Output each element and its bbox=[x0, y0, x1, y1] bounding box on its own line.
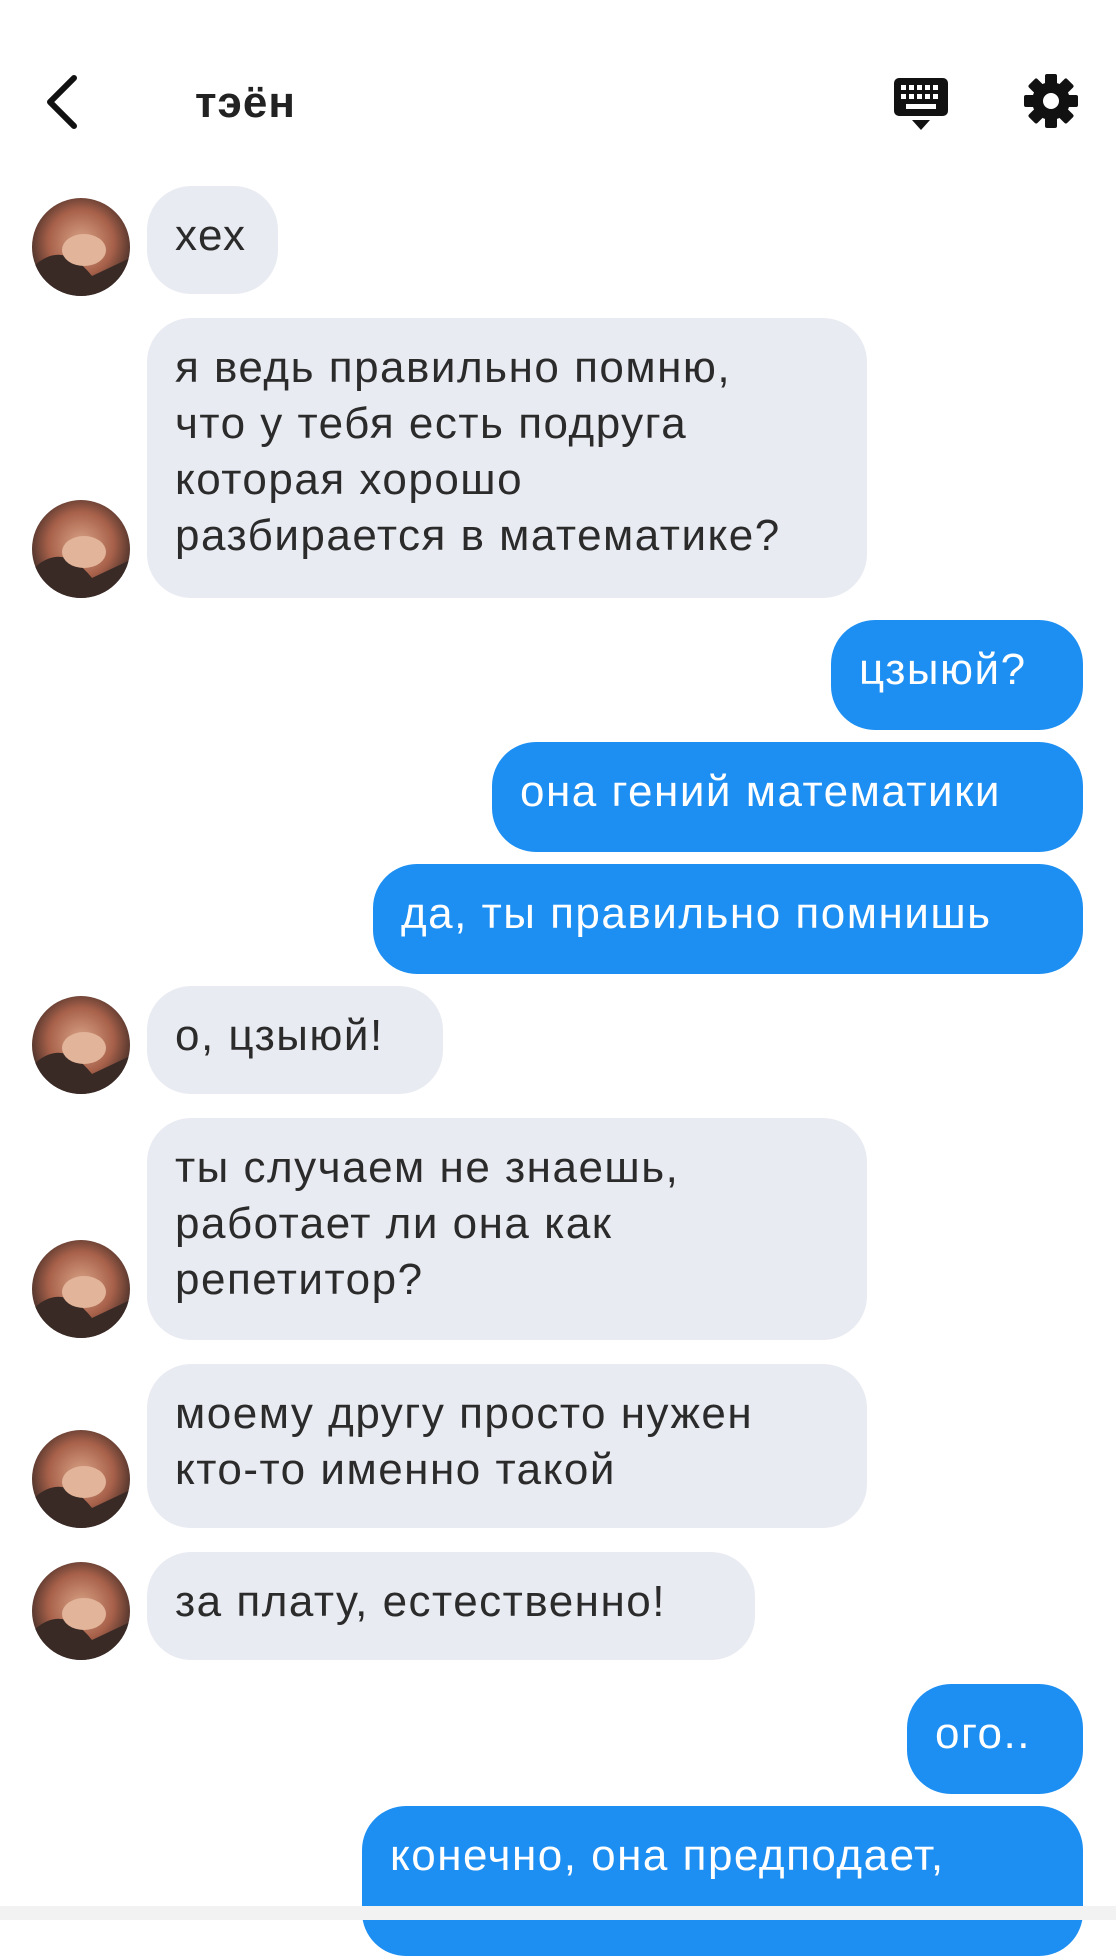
message-bubble-outgoing[interactable]: да, ты правильно помнишь bbox=[373, 864, 1083, 974]
avatar[interactable] bbox=[32, 1430, 130, 1528]
avatar[interactable] bbox=[32, 198, 130, 296]
message-bubble-outgoing[interactable]: ого.. bbox=[907, 1684, 1083, 1794]
message-bubble-incoming[interactable]: о, цзыюй! bbox=[147, 986, 443, 1094]
message-bubble-incoming[interactable]: хех bbox=[147, 186, 278, 294]
message-bubble-outgoing[interactable]: конечно, она предподает, bbox=[362, 1806, 1083, 1956]
message-bubble-incoming[interactable]: ты случаем не знаешь, работает ли она ка… bbox=[147, 1118, 867, 1340]
message-bubble-outgoing[interactable]: цзыюй? bbox=[831, 620, 1083, 730]
message-bubble-incoming[interactable]: моему другу просто нужен кто-то именно т… bbox=[147, 1364, 867, 1528]
message-bubble-incoming[interactable]: за плату, естественно! bbox=[147, 1552, 755, 1660]
screen-edge bbox=[0, 1906, 1116, 1920]
avatar[interactable] bbox=[32, 1562, 130, 1660]
avatar[interactable] bbox=[32, 500, 130, 598]
message-bubble-incoming[interactable]: я ведь правильно помню, что у тебя есть … bbox=[147, 318, 867, 598]
avatar[interactable] bbox=[32, 1240, 130, 1338]
avatar[interactable] bbox=[32, 996, 130, 1094]
message-list[interactable]: хех я ведь правильно помню, что у тебя е… bbox=[0, 0, 1116, 1956]
message-bubble-outgoing[interactable]: она гений математики bbox=[492, 742, 1083, 852]
